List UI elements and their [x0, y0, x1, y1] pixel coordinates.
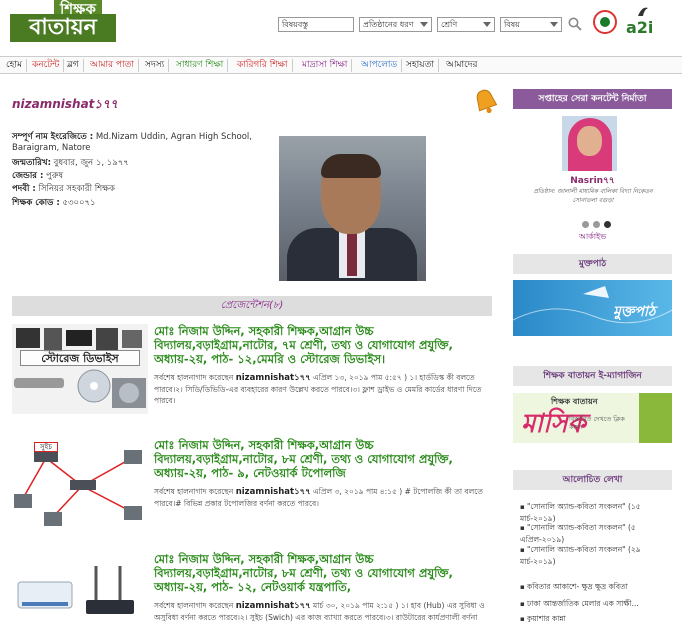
- government-seal-icon[interactable]: [593, 10, 617, 34]
- nav-technical-education[interactable]: কারিগরি শিক্ষা: [233, 59, 293, 72]
- presentation-thumbnail[interactable]: স্টোরেজ ডিভাইস: [12, 324, 148, 414]
- muktopath-banner-text: মুক্তপাঠ: [613, 304, 656, 320]
- gender-row: জেন্ডার : পুরুষ: [12, 171, 262, 182]
- presentation-description: সর্বশেষ হালনাগাদ করেছেন nizamnishat১৭৭ ম…: [154, 600, 492, 622]
- nav-madrasa-education[interactable]: মাদ্রাসা শিক্ষা: [298, 59, 353, 72]
- list-item[interactable]: সুইচ মোঃ নিজাম উদ্দিন, সহকারী শিক্ষক,আগ্…: [12, 438, 492, 530]
- gender-label: জেন্ডার :: [12, 171, 44, 181]
- muktopath-banner[interactable]: মুক্তপাঠ: [513, 280, 672, 336]
- list-item[interactable]: মোঃ নিজাম উদ্দিন, সহকারী শিক্ষক,আগ্রান উ…: [12, 552, 492, 622]
- emagazine-banner[interactable]: শিক্ষক বাতায়ন মাসিক বিস্তারিত দেখতে ক্ল…: [513, 393, 672, 443]
- presentation-description: সর্বশেষ হালনাগাদ করেছেন nizamnishat১৭৭ এ…: [154, 372, 492, 406]
- updated-by-label: সর্বশেষ হালনাগাদ করেছেন: [154, 601, 234, 610]
- post-value: সিনিয়র সহকারী শিক্ষক: [38, 184, 116, 194]
- a2i-logo[interactable]: a2i: [626, 4, 660, 38]
- presentation-thumbnail[interactable]: [12, 552, 148, 622]
- institution-type-select[interactable]: প্রতিষ্ঠানের ধরণ: [359, 17, 432, 32]
- chevron-down-icon: [483, 22, 491, 27]
- author-link[interactable]: nizamnishat১৭৭: [236, 373, 311, 383]
- a2i-text: a2i: [626, 18, 654, 37]
- gender-value: পুরুষ: [46, 171, 64, 181]
- emagazine-header: শিক্ষক বাতায়ন ই-ম্যাগাজিন: [513, 366, 672, 386]
- updated-by-label: সর্বশেষ হালনাগাদ করেছেন: [154, 373, 234, 382]
- list-item[interactable]: স্টোরেজ ডিভাইস মোঃ নিজাম উদ্দিন, সহকারী …: [12, 324, 492, 416]
- winner-school: প্রতিষ্ঠান: জালালী মাধ্যমিক বালিকা বিদ্য…: [516, 187, 670, 205]
- author-link[interactable]: nizamnishat১৭৭: [236, 487, 311, 497]
- presentation-description: সর্বশেষ হালনাগাদ করেছেন nizamnishat১৭৭ এ…: [154, 486, 492, 509]
- muktopath-header: মুক্তপাঠ: [513, 254, 672, 274]
- teacher-code-value: ৫৩০০৭১: [62, 198, 96, 208]
- dob-row: জন্মতারিখ: বুধবার, জুন ১, ১৯৭৭: [12, 158, 262, 169]
- presentation-title[interactable]: মোঃ নিজাম উদ্দিন, সহকারী শিক্ষক,আগ্রান উ…: [154, 438, 492, 480]
- nav-content[interactable]: কনটেন্ট: [28, 59, 65, 72]
- router-icon: [17, 566, 134, 614]
- nav-my-page[interactable]: আমার পাতা: [86, 59, 139, 72]
- list-item[interactable]: "সোনালি অ্যান্ড-কবিতা সংকলন" (৫ এপ্রিল-২…: [520, 522, 674, 545]
- nav-help[interactable]: সহায়তা: [402, 59, 439, 72]
- list-item[interactable]: ঢাকা আন্তর্জাতিক মেলার এক সাক্ষী...: [520, 598, 674, 610]
- chevron-down-icon: [420, 22, 428, 27]
- dob-label: জন্মতারিখ:: [12, 158, 51, 168]
- teacher-code-row: শিক্ষক কোড : ৫৩০০৭১: [12, 198, 262, 209]
- site-logo[interactable]: শিক্ষক বাতায়ন: [10, 0, 116, 42]
- thumbnail-label: সুইচ: [34, 442, 58, 452]
- list-item[interactable]: কবিতার আকাশে- ক্ষুদ্র ক্ষুদ্র কবিতা: [520, 581, 674, 593]
- nav-blog[interactable]: ব্লগ: [63, 59, 84, 72]
- winner-avatar[interactable]: [562, 116, 617, 171]
- emagazine-banner-accent: [639, 393, 672, 443]
- winner-school-line1: প্রতিষ্ঠান: জালালী মাধ্যমিক বালিকা বিদ্য…: [533, 188, 653, 195]
- carousel-dot-active[interactable]: [604, 221, 611, 228]
- site-header: শিক্ষক বাতায়ন বিষয়বস্তু প্রতিষ্ঠানের ধ…: [0, 0, 682, 52]
- archive-link[interactable]: আর্কাইভ: [513, 231, 672, 244]
- institution-type-label: প্রতিষ্ঠানের ধরণ: [363, 20, 414, 29]
- best-content-creator-header: সপ্তাহের সেরা কনটেন্ট নির্মাতা: [513, 89, 672, 109]
- main-nav: হোম কনটেন্ট ব্লগ আমার পাতা সদস্য সাধারণ …: [0, 56, 682, 74]
- list-item[interactable]: কুয়াশার কান্না: [520, 613, 674, 622]
- nav-about-us[interactable]: আমাদের: [442, 59, 481, 72]
- logo-text-bottom: বাতায়ন: [10, 14, 116, 42]
- storage-devices-icon: [14, 328, 146, 408]
- nav-home[interactable]: হোম: [2, 59, 27, 72]
- fullname-row: সম্পূর্ণ নাম ইংরেজিতে : Md.Nizam Uddin, …: [12, 132, 262, 154]
- post-row: পদবী : সিনিয়র সহকারী শিক্ষক: [12, 184, 262, 195]
- nav-general-education[interactable]: সাধারণ শিক্ষা: [172, 59, 229, 72]
- nav-members[interactable]: সদস্য: [141, 59, 170, 72]
- network-topology-icon: [14, 450, 142, 526]
- winner-school-line2: সোনাতলা বগুড়া: [572, 197, 614, 204]
- bell-icon[interactable]: [470, 86, 502, 118]
- profile-photo: [279, 136, 426, 281]
- emagazine-banner-sub: বিস্তারিত দেখতে ক্লিক করুন: [569, 415, 625, 431]
- carousel-dots[interactable]: [582, 221, 615, 231]
- chevron-down-icon: [550, 22, 558, 27]
- subject-select[interactable]: বিষয়: [500, 17, 562, 32]
- dob-value: বুধবার, জুন ১, ১৯৭৭: [53, 158, 129, 168]
- presentation-title[interactable]: মোঃ নিজাম উদ্দিন, সহকারী শিক্ষক,আগ্রান উ…: [154, 324, 492, 366]
- class-select[interactable]: শ্রেণি: [437, 17, 495, 32]
- nav-upload[interactable]: আপলোড: [357, 59, 403, 72]
- search-input[interactable]: বিষয়বস্তু: [278, 17, 354, 32]
- presentations-header[interactable]: প্রেজেন্টেশন(৮): [12, 296, 492, 316]
- thumbnail-label: স্টোরেজ ডিভাইস: [20, 350, 140, 366]
- discussed-posts-header: আলোচিত লেখা: [513, 470, 672, 490]
- class-label: শ্রেণি: [441, 20, 458, 29]
- presentation-thumbnail[interactable]: সুইচ: [12, 438, 148, 528]
- author-link[interactable]: nizamnishat১৭৭: [236, 601, 311, 611]
- fullname-label: সম্পূর্ণ নাম ইংরেজিতে :: [12, 132, 94, 142]
- subject-label: বিষয়: [504, 20, 520, 29]
- teacher-code-label: শিক্ষক কোড :: [12, 198, 60, 208]
- carousel-dot[interactable]: [593, 221, 600, 228]
- carousel-dot[interactable]: [582, 221, 589, 228]
- list-item[interactable]: "সোনালি অ্যান্ড-কবিতা সংকলন" (২৯ মার্চ-২…: [520, 544, 674, 567]
- presentation-title[interactable]: মোঃ নিজাম উদ্দিন, সহকারী শিক্ষক,আগ্রান উ…: [154, 552, 492, 594]
- updated-by-label: সর্বশেষ হালনাগাদ করেছেন: [154, 487, 234, 496]
- post-label: পদবী :: [12, 184, 36, 194]
- profile-username: nizamnishat১৭৭: [12, 97, 118, 111]
- list-item[interactable]: "সোনালি অ্যান্ড-কবিতা সংকলন" (১৫ মার্চ-২…: [520, 501, 674, 524]
- search-icon[interactable]: [568, 17, 582, 31]
- winner-name[interactable]: Nasrin৭৭: [513, 173, 672, 188]
